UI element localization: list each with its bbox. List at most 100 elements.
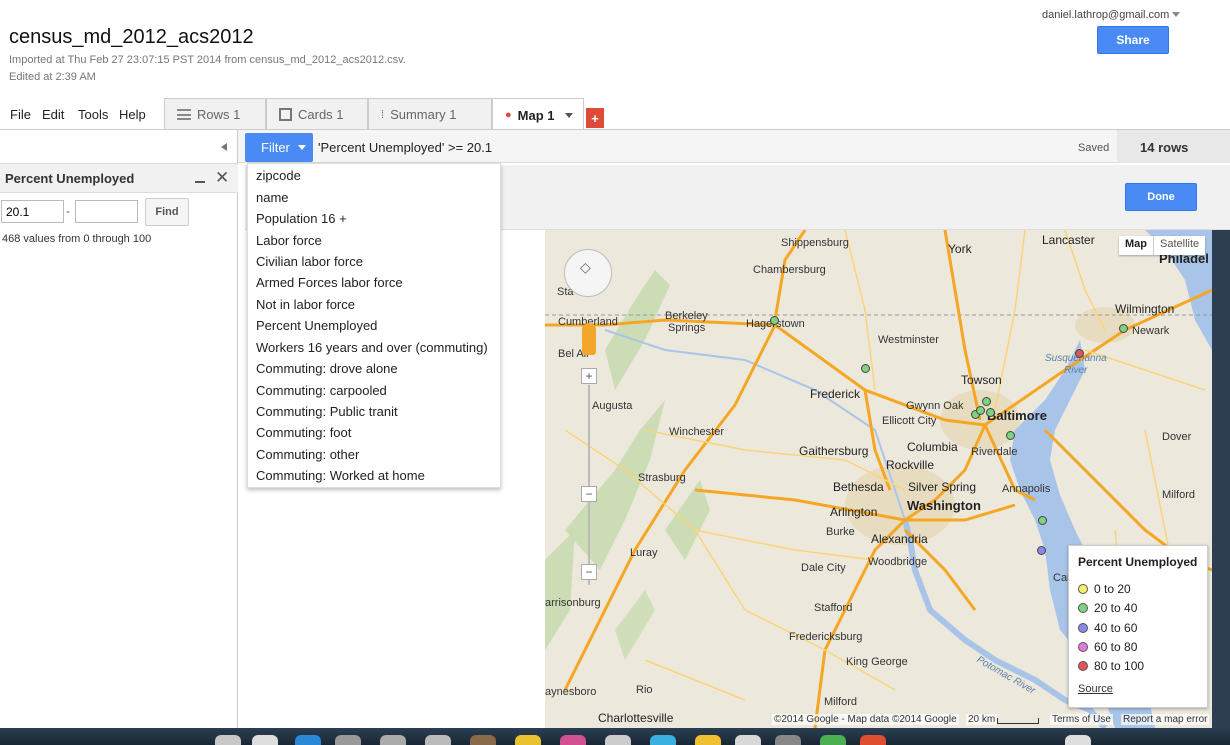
map-label-rio: Rio — [636, 684, 653, 696]
dropdown-item-carpooled[interactable]: Commuting: carpooled — [256, 383, 387, 398]
map-label-columbia: Columbia — [907, 440, 958, 454]
tab-rows-label: Rows 1 — [197, 107, 241, 122]
dropdown-item-not-in-labor-force[interactable]: Not in labor force — [256, 297, 355, 312]
terms-of-use-link[interactable]: Terms of Use — [1050, 714, 1113, 725]
dock-app-icon[interactable] — [470, 735, 496, 745]
dropdown-item-workers-commuting[interactable]: Workers 16 years and over (commuting) — [256, 340, 488, 355]
map-label-baltimore: Baltimore — [987, 408, 1047, 423]
map-label-river: River — [1064, 365, 1088, 376]
dock-app-icon[interactable] — [605, 735, 631, 745]
legend-label: 20 to 40 — [1094, 601, 1138, 615]
tab-cards[interactable]: Cards 1 — [266, 98, 368, 130]
dock-app-icon[interactable] — [560, 735, 586, 745]
map-marker[interactable] — [986, 408, 995, 417]
map-marker[interactable] — [976, 406, 985, 415]
menu-edit[interactable]: Edit — [42, 107, 64, 122]
map-label-chambersburg: Chambersburg — [753, 264, 826, 276]
collapse-panel-icon[interactable] — [221, 143, 227, 151]
tab-summary[interactable]: ⁞ Summary 1 — [368, 98, 492, 130]
summary-icon: ⁞ — [381, 108, 385, 121]
map-marker[interactable] — [1037, 546, 1046, 555]
legend-item: 80 to 100 — [1078, 659, 1144, 673]
dropdown-item-zipcode[interactable]: zipcode — [256, 168, 301, 183]
tab-cards-label: Cards 1 — [298, 107, 344, 122]
map-pin-icon: ● — [505, 109, 512, 121]
zoom-in-button[interactable]: + — [581, 368, 597, 384]
dock-app-icon[interactable] — [335, 735, 361, 745]
dock-app-icon[interactable] — [380, 735, 406, 745]
dropdown-item-population[interactable]: Population 16 + — [256, 211, 347, 226]
dropdown-item-drove-alone[interactable]: Commuting: drove alone — [256, 361, 398, 376]
filter-expression[interactable]: 'Percent Unemployed' >= 20.1 — [318, 140, 492, 155]
dropdown-item-name[interactable]: name — [256, 190, 289, 205]
user-email[interactable]: daniel.lathrop@gmail.com — [1042, 9, 1169, 21]
close-icon[interactable]: ✕ — [215, 169, 229, 186]
map-marker[interactable] — [982, 397, 991, 406]
dropdown-item-armed-forces[interactable]: Armed Forces labor force — [256, 275, 403, 290]
find-button[interactable]: Find — [145, 198, 189, 226]
legend-source-link[interactable]: Source — [1078, 683, 1113, 695]
menu-file[interactable]: File — [10, 107, 31, 122]
fusion-tables-window: census_md_2012_acs2012 Imported at Thu F… — [0, 0, 1230, 745]
dock-app-icon[interactable] — [820, 735, 846, 745]
dock-app-icon[interactable] — [650, 735, 676, 745]
dock-app-icon[interactable] — [252, 735, 278, 745]
map-label-ellicott-city: Ellicott City — [882, 415, 937, 427]
dock-app-icon[interactable] — [215, 735, 241, 745]
map-scale-bar — [997, 718, 1039, 724]
legend-label: 40 to 60 — [1094, 621, 1138, 635]
pan-control[interactable]: ◇ — [564, 249, 612, 297]
dock-app-icon[interactable] — [695, 735, 721, 745]
dock-app-icon[interactable] — [775, 735, 801, 745]
map-label-gwynn-oak: Gwynn Oak — [906, 400, 964, 412]
dropdown-item-foot[interactable]: Commuting: foot — [256, 425, 351, 440]
dock-app-icon[interactable] — [515, 735, 541, 745]
add-tab-button[interactable]: + — [586, 108, 604, 128]
dock-app-icon[interactable] — [1065, 735, 1091, 745]
map-marker[interactable] — [1006, 431, 1015, 440]
street-view-pegman-icon[interactable] — [582, 323, 596, 355]
dropdown-item-labor-force[interactable]: Labor force — [256, 233, 322, 248]
dropdown-item-public-transit[interactable]: Commuting: Public tranit — [256, 404, 398, 419]
share-button[interactable]: Share — [1097, 26, 1169, 54]
account-caret-icon[interactable] — [1172, 12, 1180, 17]
map-marker[interactable] — [861, 364, 870, 373]
map-marker[interactable] — [1119, 324, 1128, 333]
tab-map[interactable]: ● Map 1 — [492, 98, 584, 131]
range-info: 468 values from 0 through 100 — [2, 233, 152, 245]
map-label-washington: Washington — [907, 498, 981, 513]
map-label-berkeley: Berkeley — [665, 310, 708, 322]
range-max-input[interactable] — [75, 200, 138, 223]
dropdown-item-worked-at-home[interactable]: Commuting: Worked at home — [256, 468, 425, 483]
report-map-error-link[interactable]: Report a map error — [1121, 714, 1210, 725]
menu-tools[interactable]: Tools — [78, 107, 108, 122]
zoom-slider-track[interactable] — [588, 385, 590, 585]
range-min-input[interactable] — [1, 200, 64, 223]
map-label-fredericksburg: Fredericksburg — [789, 631, 863, 643]
tab-map-caret-icon[interactable] — [564, 112, 573, 118]
map-marker[interactable] — [1075, 349, 1084, 358]
minimize-icon[interactable] — [195, 181, 205, 183]
dropdown-item-percent-unemployed[interactable]: Percent Unemployed — [256, 318, 377, 333]
dock-app-icon[interactable] — [425, 735, 451, 745]
dock-app-icon[interactable] — [295, 735, 321, 745]
dropdown-item-civilian-labor-force[interactable]: Civilian labor force — [256, 254, 363, 269]
dropdown-item-other[interactable]: Commuting: other — [256, 447, 359, 462]
dock-app-icon[interactable] — [860, 735, 886, 745]
tab-rows[interactable]: Rows 1 — [164, 98, 266, 130]
map-label-arlington: Arlington — [830, 505, 878, 519]
dock-app-icon[interactable] — [735, 735, 761, 745]
menu-help[interactable]: Help — [119, 107, 146, 122]
filter-button[interactable]: Filter — [245, 133, 313, 162]
map-type-satellite[interactable]: Satellite — [1153, 236, 1205, 255]
map-type-map[interactable]: Map — [1119, 236, 1153, 255]
document-title[interactable]: census_md_2012_acs2012 — [9, 26, 254, 49]
zoom-out-button[interactable]: − — [581, 564, 597, 580]
done-button[interactable]: Done — [1125, 183, 1197, 211]
map-marker[interactable] — [1038, 516, 1047, 525]
saved-status: Saved — [1078, 142, 1110, 154]
zoom-level-marker[interactable]: − — [581, 486, 597, 502]
legend-label: 0 to 20 — [1094, 582, 1131, 596]
chevron-down-icon — [297, 145, 306, 150]
map-marker[interactable] — [770, 316, 779, 325]
